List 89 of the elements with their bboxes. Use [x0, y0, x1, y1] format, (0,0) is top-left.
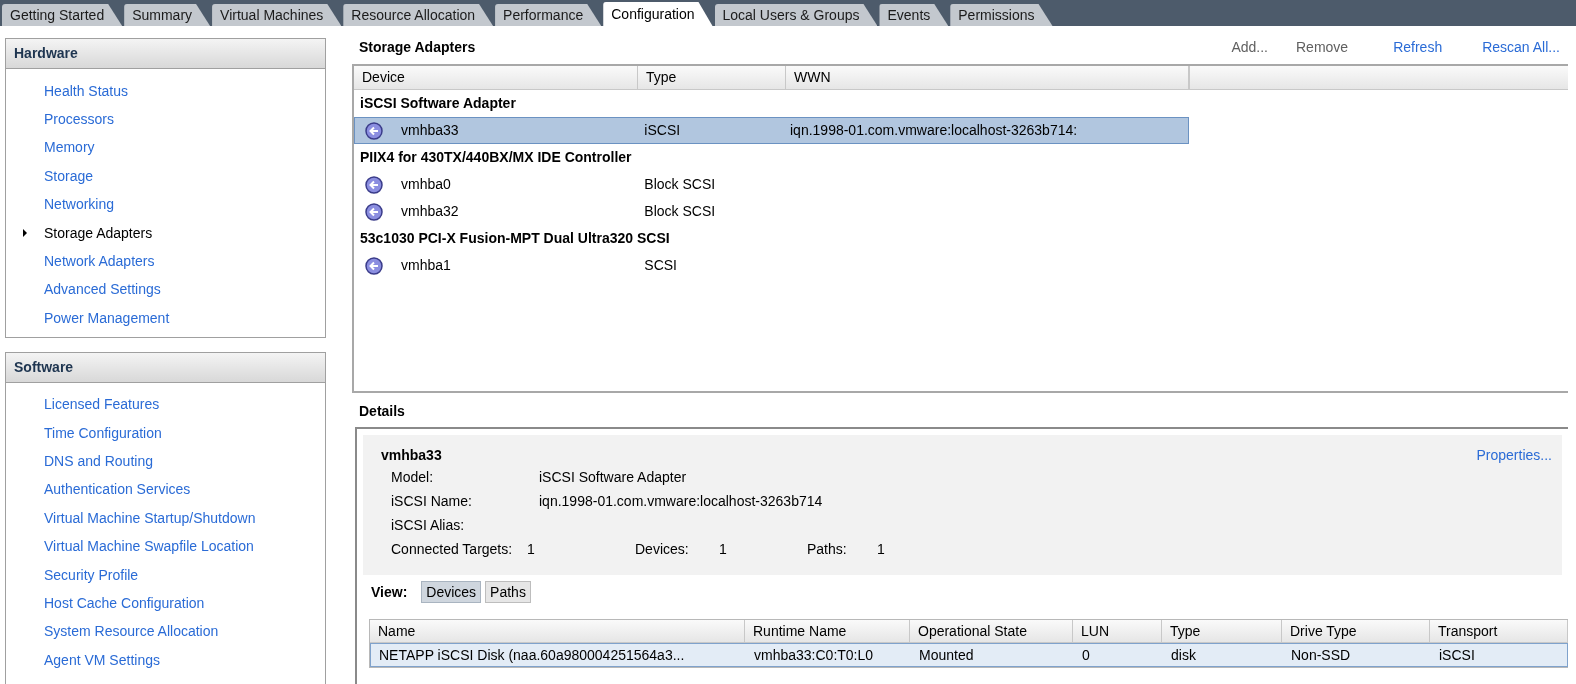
sidebar-link[interactable]: Virtual Machine Startup/Shutdown	[44, 507, 256, 529]
sidebar-link[interactable]: DNS and Routing	[44, 451, 153, 472]
table-cell: NETAPP iSCSI Disk (naa.60a980004251564a3...	[379, 646, 685, 663]
view-toggle[interactable]: Devices	[421, 581, 482, 603]
caret-icon	[23, 229, 27, 238]
table-cell-text: vmhba0	[401, 175, 451, 194]
column-header[interactable]: Type	[1162, 620, 1282, 642]
sidebar-link[interactable]: Agent VM Settings	[44, 649, 160, 671]
section-title: Storage Adapters	[359, 37, 477, 57]
table-cell-text: SCSI	[643, 256, 678, 275]
adapter-icon	[365, 175, 383, 194]
column-header[interactable]: Name	[370, 620, 745, 642]
table-cell-text: Block SCSI	[643, 175, 717, 194]
table-cell-text: iSCSI	[643, 121, 682, 140]
adapter-icon	[365, 121, 383, 140]
tab[interactable]: Configuration	[603, 2, 713, 26]
group-header: iSCSI Software Adapter	[359, 94, 517, 113]
section-header: Software	[6, 352, 325, 383]
column-header[interactable]: Device	[354, 66, 638, 89]
sidebar-link[interactable]: System Resource Allocation	[44, 621, 219, 643]
action-link[interactable]: Refresh	[1393, 36, 1443, 58]
table-cell: Mounted	[919, 646, 974, 663]
table-cell: 0	[1082, 646, 1090, 663]
column-header[interactable]: WWN	[786, 66, 1189, 89]
table-cell: vmhba33:C0:T0:L0	[754, 646, 874, 663]
adapter-name: vmhba33	[381, 445, 443, 465]
tab[interactable]: Summary	[124, 4, 211, 26]
tab[interactable]: Local Users & Groups	[714, 4, 878, 26]
field-value: iSCSI Software Adapter	[539, 467, 687, 487]
tab[interactable]: Resource Allocation	[343, 4, 494, 26]
field-label: iSCSI Name:	[391, 491, 473, 511]
sidebar-link[interactable]: Licensed Features	[44, 394, 160, 416]
table-cell-text: vmhba33	[401, 121, 459, 140]
sidebar-link[interactable]: Memory	[44, 137, 95, 159]
section-title: Details	[358, 402, 406, 421]
column-header[interactable]: Type	[638, 66, 786, 89]
sidebar-link[interactable]: Time Configuration	[44, 422, 162, 444]
table-cell-text: Block SCSI	[643, 202, 717, 221]
adapter-icon	[365, 202, 383, 221]
column-header[interactable]: Operational State	[910, 620, 1073, 642]
properties-link[interactable]: Properties...	[1476, 444, 1552, 466]
sidebar-link[interactable]: Health Status	[44, 80, 129, 102]
table-cell: iqn.1998-01.com.vmware:localhost-3263b714:	[790, 122, 1078, 138]
tab[interactable]: Performance	[495, 4, 602, 26]
table-cell-text: vmhba32	[401, 202, 459, 221]
field-label: Connected Targets:	[391, 539, 514, 559]
sidebar-link[interactable]: Host Cache Configuration	[44, 592, 205, 614]
table-cell: iSCSI	[1439, 646, 1475, 663]
column-header[interactable]: Transport	[1430, 620, 1568, 642]
sidebar-link[interactable]: Storage	[44, 165, 94, 187]
sidebar-link[interactable]: Virtual Machine Swapfile Location	[44, 536, 254, 558]
device-row[interactable]: NETAPP iSCSI Disk (naa.60a980004251564a3... vmhba33:C0:T0:L0 Mounted 0 disk Non-SSD iSCSI	[370, 643, 1568, 667]
tab[interactable]: Permissions	[950, 4, 1053, 26]
sidebar-link[interactable]: Power Management	[44, 307, 170, 329]
adapter-row[interactable]: vmhba32 Block SCSI	[354, 198, 1189, 225]
group-header: 53c1030 PCI-X Fusion-MPT Dual Ultra320 SCSI	[359, 229, 671, 248]
tab[interactable]: Events	[879, 4, 949, 26]
sidebar-link[interactable]: Security Profile	[44, 564, 139, 586]
group-header: PIIX4 for 430TX/440BX/MX IDE Controller	[359, 148, 633, 167]
sidebar-link[interactable]: Advanced Settings	[44, 279, 161, 301]
field-value: 1	[719, 539, 728, 559]
adapter-row[interactable]: vmhba1 SCSI	[354, 252, 1189, 279]
adapter-row[interactable]: vmhba0 Block SCSI	[354, 171, 1189, 198]
sidebar-link[interactable]: Networking	[44, 194, 115, 216]
table-cell-text: vmhba1	[401, 256, 451, 275]
section-header: Hardware	[6, 39, 325, 69]
adapter-row[interactable]: vmhba33 iSCSI iqn.1998-01.com.vmware:localhost-3263b714:	[354, 117, 1189, 144]
field-label: Devices:	[635, 539, 690, 559]
column-header[interactable]: LUN	[1073, 620, 1162, 642]
action-link[interactable]: Rescan All...	[1482, 36, 1560, 58]
sidebar-link[interactable]: Network Adapters	[44, 251, 155, 273]
adapter-icon	[365, 256, 383, 275]
field-value: 1	[527, 539, 536, 559]
sidebar-link[interactable]: Processors	[44, 109, 115, 131]
field-label: iSCSI Alias:	[391, 515, 466, 535]
sidebar-link[interactable]: Storage Adapters	[44, 222, 153, 244]
table-cell: Non-SSD	[1291, 646, 1351, 663]
tab[interactable]: Virtual Machines	[212, 4, 342, 26]
column-header[interactable]: Runtime Name	[745, 620, 910, 642]
field-value: iqn.1998-01.com.vmware:localhost-3263b714	[539, 491, 823, 511]
field-value: 1	[877, 539, 885, 559]
field-label: Paths:	[807, 539, 848, 559]
table-cell: disk	[1171, 646, 1196, 663]
view-toggle[interactable]: Paths	[485, 581, 531, 603]
column-header[interactable]: Drive Type	[1282, 620, 1430, 642]
field-label: Model:	[391, 467, 435, 487]
tab[interactable]: Getting Started	[2, 4, 123, 26]
sidebar-link[interactable]: Authentication Services	[44, 479, 191, 501]
view-label: View:	[371, 582, 408, 602]
